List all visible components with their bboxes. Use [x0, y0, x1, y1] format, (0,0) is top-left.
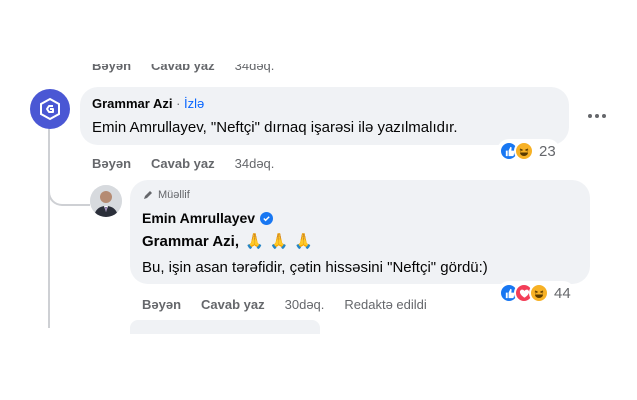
emin-avatar[interactable]: [90, 185, 122, 217]
verified-badge-icon: [260, 211, 274, 225]
timestamp[interactable]: 34dəq.: [235, 64, 275, 73]
follow-link[interactable]: İzlə: [184, 96, 204, 111]
comment-header: Grammar Azi · İzlə: [92, 96, 204, 111]
reaction-summary[interactable]: 44: [497, 281, 575, 305]
reply-bubble: Müəllif Emin Amrullayev Grammar Azi, 🙏 🙏…: [130, 180, 590, 284]
author-badge: Müəllif: [142, 189, 190, 201]
mention-tag[interactable]: Grammar Azi,: [142, 233, 239, 250]
reaction-count: 23: [539, 142, 556, 160]
like-link[interactable]: Bəyən: [92, 156, 131, 171]
author-badge-label: Müəllif: [158, 189, 190, 201]
reaction-count: 44: [554, 284, 571, 302]
comment-bubble: Grammar Azi · İzlə Emin Amrullayev, "Nef…: [80, 87, 569, 145]
edited-label: Redaktə edildi: [344, 297, 427, 312]
pray-emoji: 🙏: [294, 233, 314, 250]
grammar-azi-avatar[interactable]: [30, 89, 70, 129]
reply-author-name[interactable]: Emin Amrullayev: [142, 210, 255, 226]
timestamp[interactable]: 34dəq.: [235, 156, 275, 171]
next-comment-bubble: [130, 320, 320, 334]
previous-comment-actions: Bəyən Cavab yaz 34dəq.: [92, 64, 274, 78]
reply-actions: Bəyən Cavab yaz 30dəq. Redaktə edildi: [142, 297, 427, 312]
comment-author[interactable]: Grammar Azi: [92, 96, 172, 111]
reply-link[interactable]: Cavab yaz: [151, 156, 215, 171]
timestamp[interactable]: 30dəq.: [285, 297, 325, 312]
reply-link[interactable]: Cavab yaz: [201, 297, 265, 312]
pray-emoji: 🙏: [244, 233, 264, 250]
pray-emoji: 🙏: [269, 233, 289, 250]
pen-icon: [144, 191, 152, 199]
reply-author: Emin Amrullayev: [142, 210, 274, 226]
grammar-logo-icon: [40, 97, 60, 121]
comment-text: Emin Amrullayev, "Neftçi" dırnaq işarəsi…: [92, 119, 458, 136]
reply-link[interactable]: Cavab yaz: [151, 64, 215, 73]
haha-icon: [514, 141, 534, 161]
comment-actions: Bəyən Cavab yaz 34dəq.: [92, 156, 274, 171]
reply-mention-line: Grammar Azi, 🙏 🙏 🙏: [142, 232, 314, 251]
dot-icon: [602, 114, 606, 118]
reply-connector: [48, 182, 90, 206]
haha-icon: [529, 283, 549, 303]
more-options-button[interactable]: [585, 108, 609, 124]
person-photo-icon: [90, 185, 122, 217]
reply-text: Bu, işin asan tərəfidir, çətin hissəsini…: [142, 259, 488, 276]
separator-dot: ·: [176, 96, 181, 111]
dot-icon: [588, 114, 592, 118]
like-link[interactable]: Bəyən: [92, 64, 131, 73]
thread-line: [48, 128, 50, 328]
like-link[interactable]: Bəyən: [142, 297, 181, 312]
reaction-summary[interactable]: 23: [497, 139, 560, 163]
dot-icon: [595, 114, 599, 118]
